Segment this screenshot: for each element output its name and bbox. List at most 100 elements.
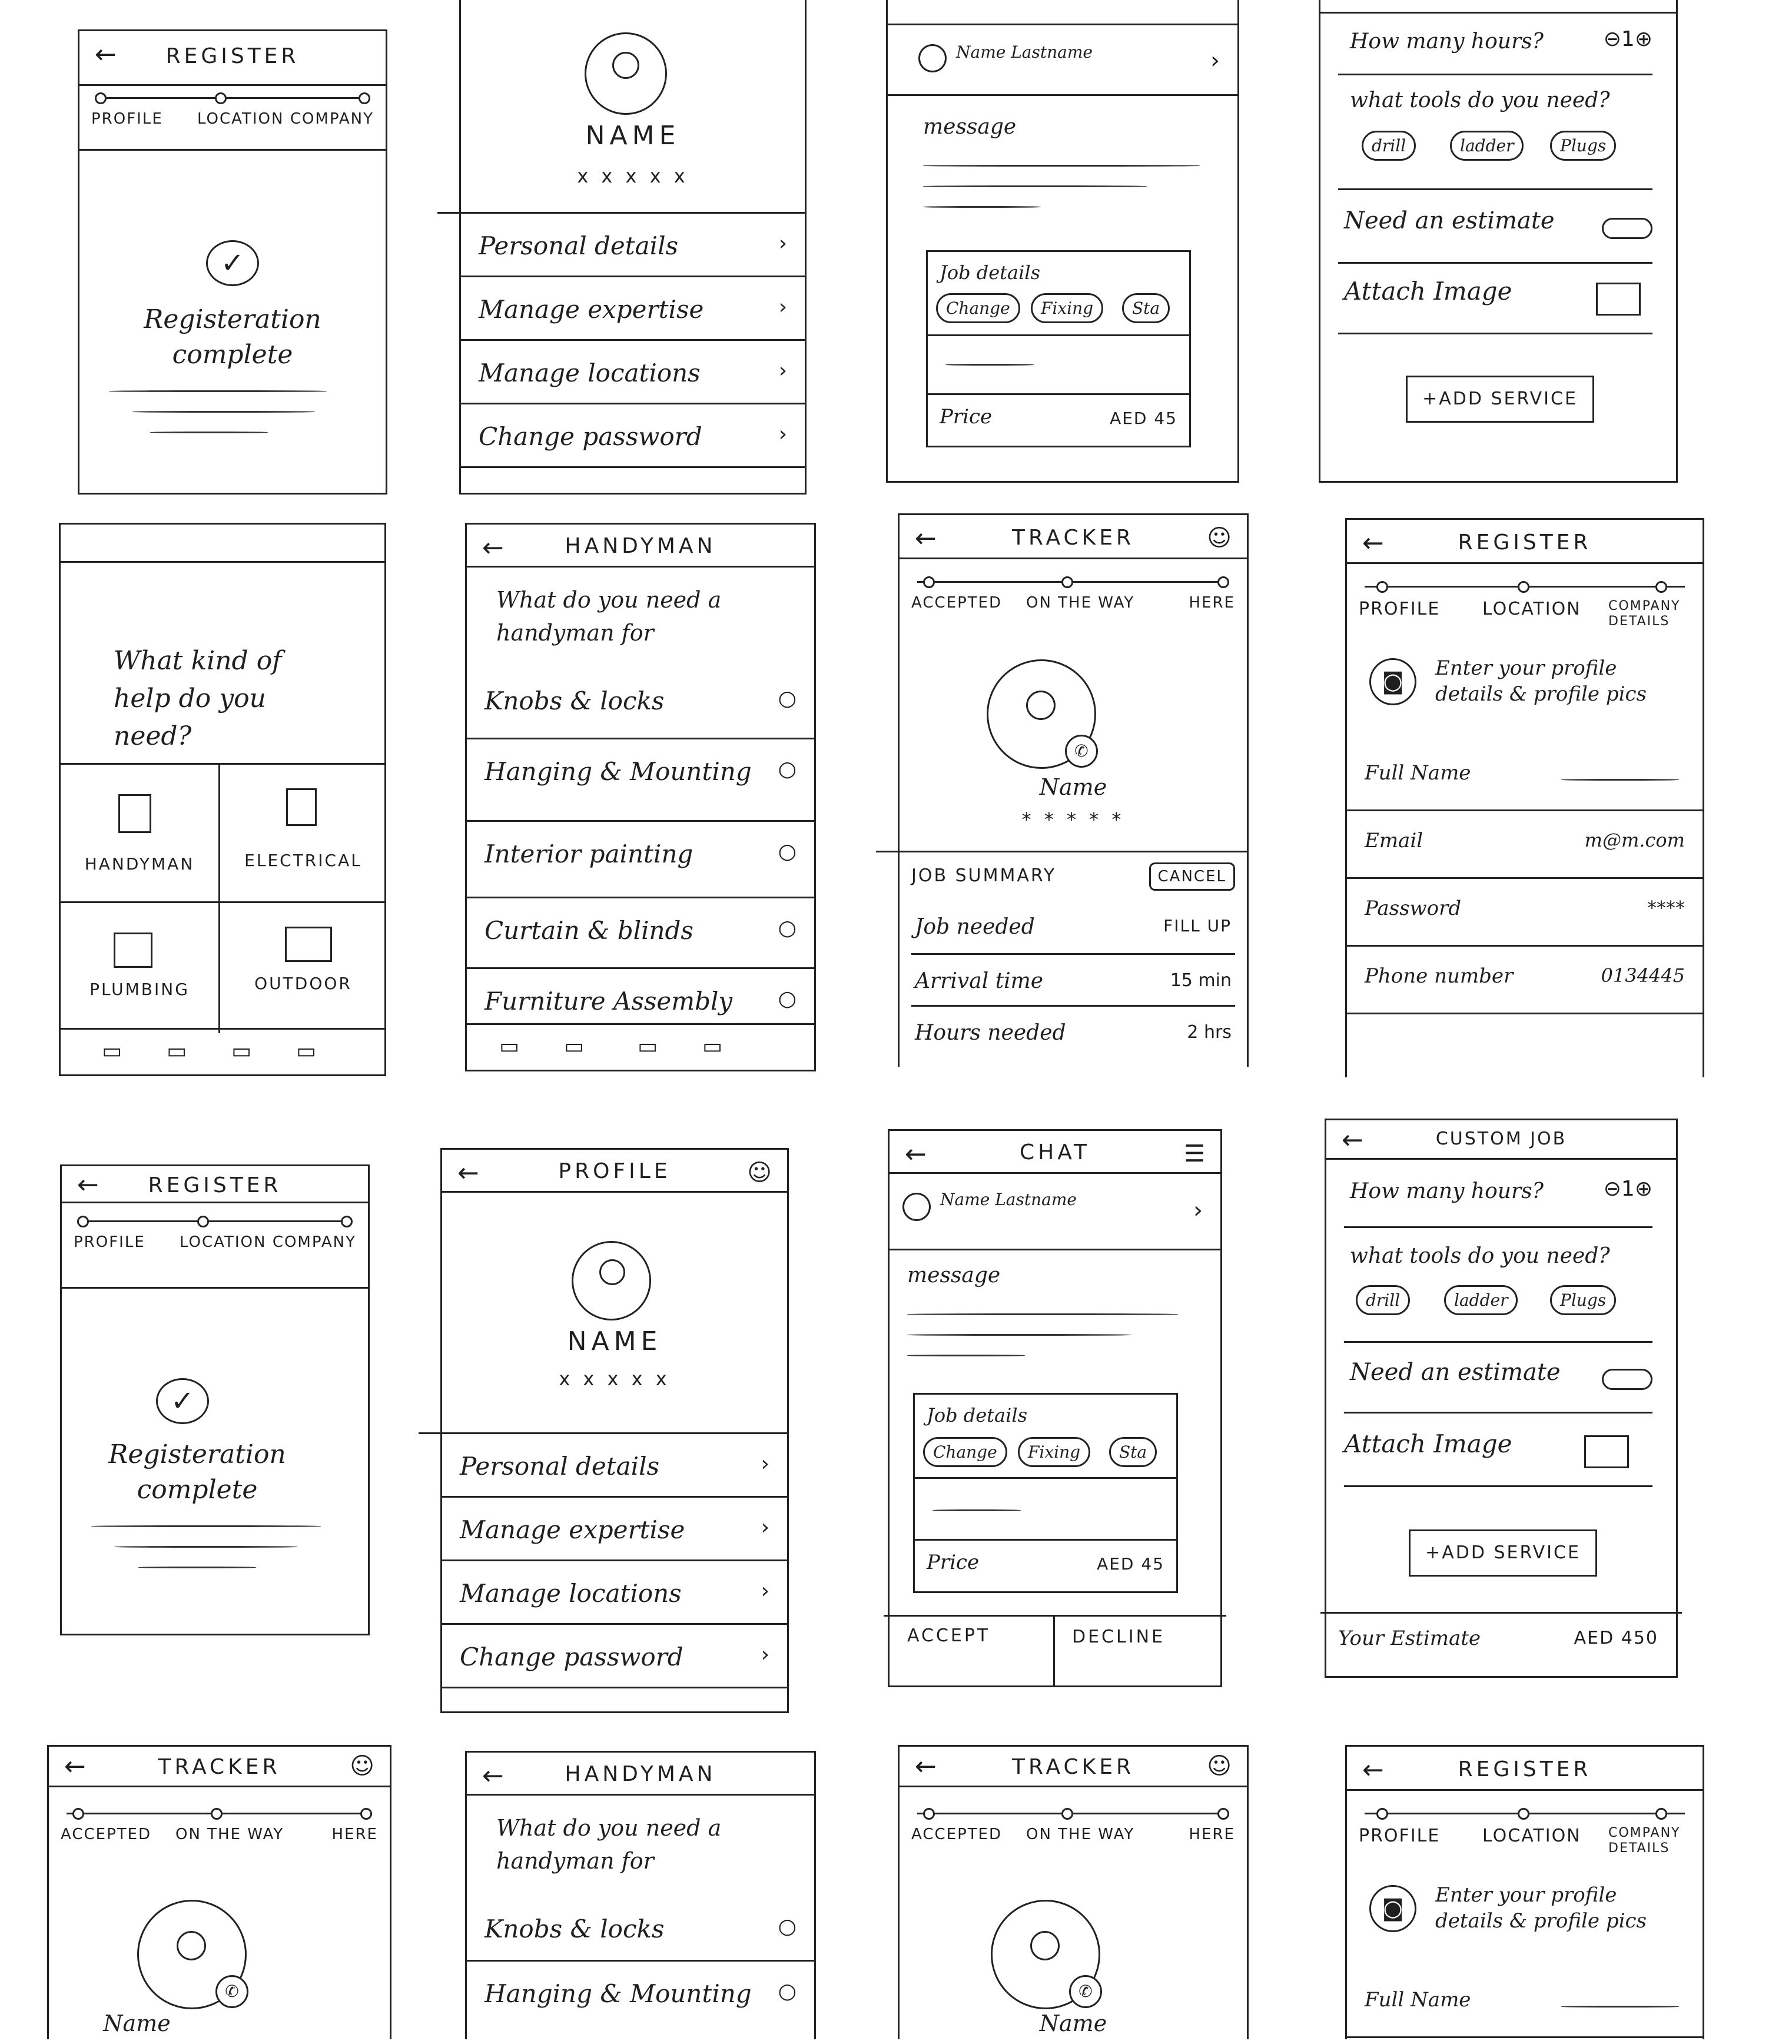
handyman-screen: ← HANDYMAN What do you need a handyman f… — [465, 523, 816, 1071]
option-hanging-mounting[interactable]: Hanging & Mounting ○ — [467, 1962, 814, 2044]
tab-profile-icon[interactable]: ▭ — [296, 1039, 316, 1063]
tools-question: what tools do you need? — [1350, 1244, 1610, 1268]
header: ← CHAT ☰ — [890, 1131, 1220, 1174]
user-icon[interactable]: ☺ — [350, 1753, 374, 1780]
menu-personal-details[interactable]: Personal details › — [442, 1434, 787, 1498]
header: ← REGISTER — [1347, 1747, 1703, 1791]
handyman-question: What do you need a handyman for — [496, 587, 722, 646]
camera-icon[interactable]: ◙ — [1369, 1885, 1416, 1932]
option-knobs-locks[interactable]: Knobs & locks ○ — [467, 1897, 814, 1962]
tracker-screen-3: ← TRACKER ☺ ACCEPTED ON THE WAY HERE ✆ N… — [898, 1745, 1249, 2039]
menu-personal-details[interactable]: Personal details › — [461, 214, 805, 277]
profile-prompt: Enter your profile details & profile pic… — [1435, 1883, 1647, 1933]
chip-sta[interactable]: Sta — [1109, 1437, 1157, 1467]
step-on-the-way: ON THE WAY — [1026, 594, 1135, 612]
option-knobs-locks[interactable]: Knobs & locks ○ — [467, 669, 814, 739]
profile-screen: ← PROFILE ☺ NAME x x x x x Personal deta… — [419, 1148, 789, 1713]
chip-sta[interactable]: Sta — [1122, 293, 1170, 323]
avatar — [585, 32, 667, 115]
tab-chat-icon[interactable]: ▭ — [231, 1039, 251, 1063]
step-on-the-way: ON THE WAY — [1026, 1826, 1135, 1843]
field-email[interactable]: Email m@m.com — [1347, 811, 1703, 879]
job-details-card[interactable]: Job details Change Fixing Sta Price AED … — [913, 1393, 1178, 1593]
tracker-screen: ← TRACKER ☺ ACCEPTED ON THE WAY HERE ✆ N… — [876, 513, 1249, 1067]
menu-manage-expertise[interactable]: Manage expertise › — [442, 1498, 787, 1561]
accept-button[interactable]: ACCEPT — [907, 1625, 1043, 1646]
field-full-name[interactable]: Full Name — [1347, 744, 1703, 811]
open-contact-chevron-icon[interactable]: › — [1193, 1197, 1203, 1224]
hours-stepper[interactable]: ⊖1⊕ — [1604, 1177, 1652, 1201]
menu-manage-locations[interactable]: Manage locations › — [442, 1561, 787, 1625]
tool-chip-ladder[interactable]: ladder — [1444, 1285, 1518, 1315]
job-details-card[interactable]: Job details Change Fixing Sta Price AED … — [926, 250, 1191, 447]
chip-change[interactable]: Change — [923, 1437, 1007, 1467]
add-service-button[interactable]: +ADD SERVICE — [1409, 1529, 1597, 1577]
tool-chip-drill[interactable]: drill — [1362, 131, 1416, 161]
help-category-screen: What kind of help do you need? HANDYMAN … — [59, 523, 386, 1076]
category-outdoor[interactable]: OUTDOOR — [220, 903, 386, 1033]
menu-manage-locations[interactable]: Manage locations › — [461, 341, 805, 404]
cancel-button[interactable]: CANCEL — [1149, 862, 1235, 891]
phone-call-icon[interactable]: ✆ — [1065, 735, 1098, 768]
option-hanging-mounting[interactable]: Hanging & Mounting ○ — [467, 739, 814, 822]
user-icon[interactable]: ☺ — [747, 1159, 772, 1186]
menu-change-password[interactable]: Change password › — [461, 404, 805, 468]
screen-title: PROFILE — [558, 1159, 671, 1183]
tab-home-icon[interactable]: ▭ — [102, 1039, 122, 1063]
estimate-toggle[interactable] — [1602, 1369, 1652, 1390]
category-electrical[interactable]: ELECTRICAL — [220, 765, 386, 901]
screen-title: REGISTER — [1458, 530, 1592, 555]
tool-chip-plugs[interactable]: Plugs — [1550, 131, 1617, 161]
summary-row-hours: Hours needed 2 hrs — [915, 1021, 1232, 1045]
custom-job-screen-top: How many hours? ⊖1⊕ what tools do you ne… — [1319, 0, 1678, 483]
profile-name: NAME — [567, 1326, 662, 1356]
tab-profile-icon[interactable]: ▭ — [702, 1034, 722, 1058]
field-full-name[interactable]: Full Name — [1347, 1970, 1703, 2038]
phone-call-icon[interactable]: ✆ — [1069, 1975, 1102, 2008]
provider-avatar: ✆ — [987, 659, 1098, 769]
outdoor-icon — [285, 927, 332, 962]
hours-stepper[interactable]: ⊖1⊕ — [1604, 27, 1652, 51]
option-curtain-blinds[interactable]: Curtain & blinds ○ — [467, 898, 814, 969]
tab-jobs-icon[interactable]: ▭ — [564, 1034, 584, 1058]
chat-screen-top: Name Lastname › message Job details Chan… — [886, 0, 1239, 483]
profile-name: NAME — [585, 121, 681, 151]
profile-screen-top: NAME x x x x x Personal details › Manage … — [437, 0, 807, 495]
stepper: PROFILE LOCATION COMPANY — [74, 1213, 356, 1266]
field-password[interactable]: Password **** — [1347, 879, 1703, 947]
phone-call-icon[interactable]: ✆ — [215, 1975, 248, 2008]
tool-chip-ladder[interactable]: ladder — [1450, 131, 1524, 161]
menu-icon[interactable]: ☰ — [1184, 1140, 1205, 1167]
handyman-screen-2: ← HANDYMAN What do you need a handyman f… — [465, 1751, 816, 2039]
tool-chip-drill[interactable]: drill — [1356, 1285, 1411, 1315]
user-icon[interactable]: ☺ — [1207, 1753, 1232, 1780]
option-furniture-assembly[interactable]: Furniture Assembly ○ — [467, 969, 814, 1028]
decline-button[interactable]: DECLINE — [1072, 1627, 1207, 1647]
bottom-tab-bar: ▭ ▭ ▭ ▭ — [61, 1028, 384, 1074]
add-service-button[interactable]: +ADD SERVICE — [1406, 376, 1594, 423]
contact-name: Name Lastname — [956, 42, 1093, 62]
open-contact-chevron-icon[interactable]: › — [1210, 47, 1220, 74]
category-handyman[interactable]: HANDYMAN — [61, 765, 218, 901]
camera-icon[interactable]: ◙ — [1369, 658, 1416, 705]
chip-change[interactable]: Change — [936, 293, 1020, 323]
tab-home-icon[interactable]: ▭ — [499, 1034, 519, 1058]
message-label: message — [907, 1263, 1001, 1288]
option-interior-painting[interactable]: Interior painting ○ — [467, 822, 814, 898]
user-icon[interactable]: ☺ — [1207, 525, 1232, 552]
estimate-toggle[interactable] — [1602, 218, 1652, 239]
category-plumbing[interactable]: PLUMBING — [61, 903, 218, 1033]
chip-fixing[interactable]: Fixing — [1031, 293, 1104, 323]
step-accepted: ACCEPTED — [911, 594, 1003, 612]
step-company-details: COMPANY DETAILS — [1608, 1826, 1681, 1856]
chip-fixing[interactable]: Fixing — [1018, 1437, 1091, 1467]
menu-change-password[interactable]: Change password › — [442, 1625, 787, 1688]
camera-icon[interactable] — [1596, 283, 1641, 316]
tab-jobs-icon[interactable]: ▭ — [167, 1039, 187, 1063]
tool-chip-plugs[interactable]: Plugs — [1550, 1285, 1617, 1315]
menu-manage-expertise[interactable]: Manage expertise › — [461, 277, 805, 341]
field-phone[interactable]: Phone number 0134445 — [1347, 947, 1703, 1014]
handyman-icon — [118, 794, 151, 833]
camera-icon[interactable] — [1584, 1435, 1629, 1468]
tab-chat-icon[interactable]: ▭ — [638, 1034, 658, 1058]
